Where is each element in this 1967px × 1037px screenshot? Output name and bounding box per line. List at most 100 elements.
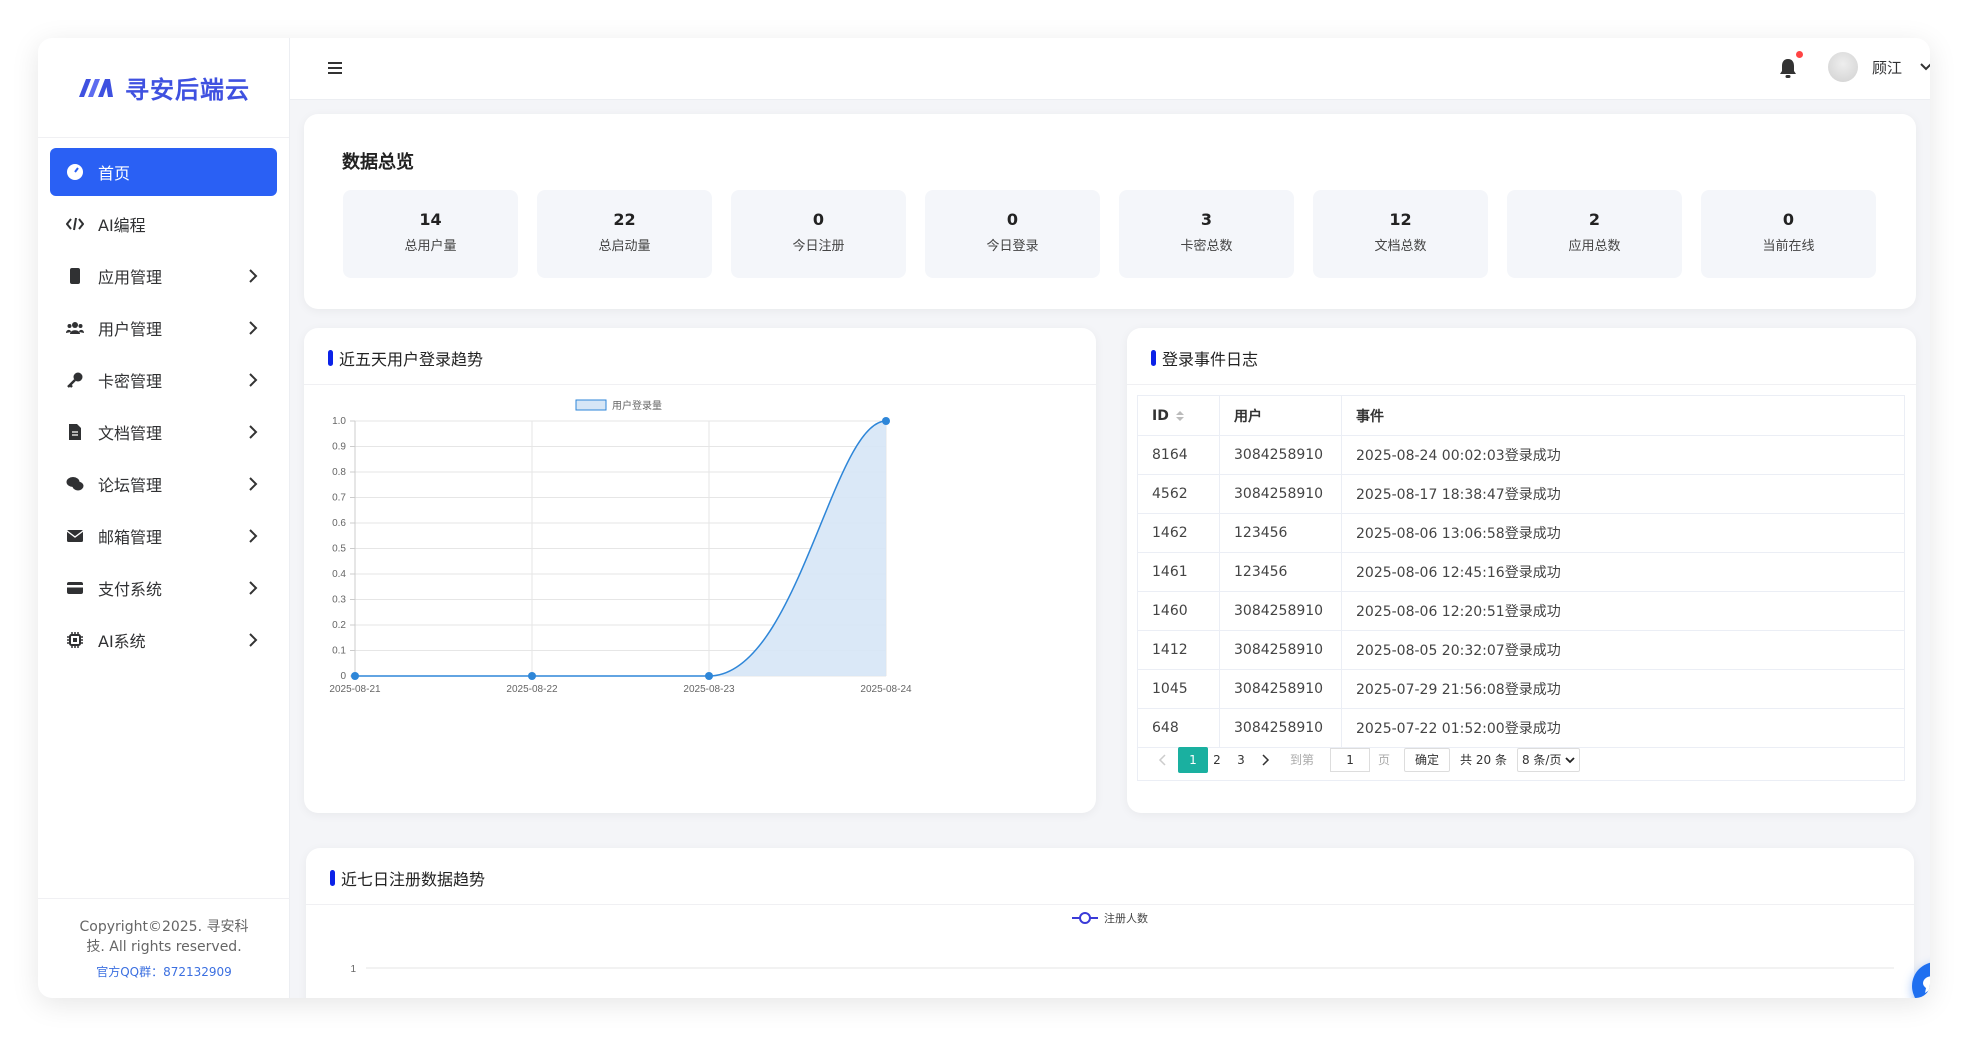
sidebar-item-label: AI编程 [98,216,146,235]
stat-label: 今日注册 [792,239,845,254]
mobile-icon [66,267,84,285]
chevron-right-icon [249,581,258,595]
sidebar-item-5[interactable]: 文档管理 [50,408,277,456]
cell-id: 1462 [1137,513,1220,553]
cell-user: 3084258910 [1219,435,1342,475]
overview-card: 数据总览 14 总用户量 22 总启动量 0 今日注册 0 今日登录 3 卡密总数 12 文档总数 2 应… [304,114,1916,309]
login-log-title: 登录事件日志 [1151,346,1258,370]
logo-mark-icon [79,78,113,97]
x-tick-label: 2025-08-23 [683,684,735,695]
sidebar-item-9[interactable]: AI系统 [50,616,277,664]
stat-value: 3 [1200,210,1213,229]
chevron-down-icon [1565,756,1576,763]
table-header-row: ID 用户 事件 [1137,395,1905,436]
page-size-select[interactable]: 8 条/页 [1516,747,1581,772]
sidebar-item-3[interactable]: 用户管理 [50,304,277,352]
cell-id: 1461 [1137,552,1220,592]
next-page-icon[interactable] [1250,747,1280,773]
cell-user: 123456 [1219,552,1342,592]
user-name[interactable]: 顾江 [1872,57,1902,78]
sidebar-item-8[interactable]: 支付系统 [50,564,277,612]
sidebar-item-7[interactable]: 邮箱管理 [50,512,277,560]
cell-id: 8164 [1137,435,1220,475]
table-row: 1460 3084258910 2025-08-06 12:20:51登录成功 [1137,591,1905,631]
chevron-right-icon [249,477,258,491]
login-trend-card: 近五天用户登录趋势 用户登录量 0 0.1 0.2 0.3 0.4 0.5 0.6 0.7 0.8… [304,328,1096,813]
stat-value: 0 [812,210,825,229]
sidebar-item-1[interactable]: AI编程 [50,200,277,248]
goto-confirm-button[interactable]: 确定 [1404,747,1451,772]
sidebar-item-4[interactable]: 卡密管理 [50,356,277,404]
chevron-right-icon [249,529,258,543]
sidebar-item-label: 论坛管理 [98,476,163,495]
goto-suffix: 页 [1378,753,1391,767]
file-icon [66,423,84,441]
stats-row: 14 总用户量 22 总启动量 0 今日注册 0 今日登录 3 卡密总数 12 文档总数 2 应用总数 0 当… [343,190,1876,278]
prev-page-icon[interactable] [1148,747,1178,773]
goto-prefix: 到第 [1290,753,1315,767]
y-tick-label: 1.0 [332,416,346,427]
sidebar-item-0[interactable]: 首页 [50,148,277,196]
legend-label: 注册人数 [1104,911,1148,925]
table-row: 1412 3084258910 2025-08-05 20:32:07登录成功 [1137,630,1905,670]
stat-label: 今日登录 [986,239,1039,254]
chevron-right-icon [249,425,258,439]
login-log-title-text: 登录事件日志 [1162,350,1259,369]
data-point[interactable] [882,417,890,425]
app-window: 寻安后端云 首页 AI编程应用管理用户管理卡密管理 文档管理论坛管理邮箱管理 支付系统… [38,38,1930,998]
data-point[interactable] [528,672,536,680]
cell-user: 3084258910 [1219,474,1342,514]
menu-toggle-icon[interactable] [326,58,346,78]
bell-icon[interactable] [1777,56,1799,80]
sidebar-item-2[interactable]: 应用管理 [50,252,277,300]
dashboard-icon [66,163,84,181]
cell-user: 3084258910 [1219,630,1342,670]
goto-page-input[interactable]: 1 [1330,747,1371,772]
y-tick-label: 0.5 [332,544,346,555]
cell-event: 2025-08-06 12:45:16登录成功 [1341,552,1905,592]
stat-value: 14 [419,210,442,229]
y-tick-label: 0.4 [332,569,346,580]
stat-label: 总启动量 [598,239,651,254]
column-header-user: 用户 [1219,395,1342,436]
brand-logo[interactable]: 寻安后端云 [38,38,289,138]
table-row: 8164 3084258910 2025-08-24 00:02:03登录成功 [1137,435,1905,475]
sidebar-item-6[interactable]: 论坛管理 [50,460,277,508]
qq-group-link[interactable]: 官方QQ群：872132909 [38,963,290,980]
stat-card: 2 应用总数 [1507,190,1682,278]
stat-card: 0 今日注册 [731,190,906,278]
data-point[interactable] [705,672,713,680]
chart-legend[interactable]: 用户登录量 [575,399,662,412]
chevron-right-icon [249,633,258,647]
total-count: 共 20 条 [1460,753,1507,767]
x-tick-label: 2025-08-21 [329,684,381,695]
y-tick-label: 0 [340,671,346,682]
y-tick-label: 1 [350,964,356,975]
top-header: 顾江 [290,38,1930,100]
sidebar-item-label: 用户管理 [98,320,163,339]
comments-icon [1923,976,1930,993]
y-tick-label: 0.6 [332,518,346,529]
login-trend-chart: 用户登录量 0 0.1 0.2 0.3 0.4 0.5 0.6 0.7 0.8 0.9 1.0 2025… [329,399,912,695]
chat-button[interactable] [1912,962,1930,998]
y-tick-label: 0.8 [332,467,346,478]
stat-card: 14 总用户量 [343,190,518,278]
sort-icon[interactable] [1175,410,1185,422]
cell-id: 1460 [1137,591,1220,631]
stat-label: 卡密总数 [1180,239,1233,254]
stat-value: 12 [1389,210,1412,229]
copyright-text: Copyright©2025. 寻安科技. All rights reserve… [79,919,249,955]
y-tick-label: 0.2 [332,620,346,631]
column-header-id-label: ID [1152,407,1169,424]
stat-value: 2 [1588,210,1601,229]
table-row: 1462 123456 2025-08-06 13:06:58登录成功 [1137,513,1905,553]
chevron-down-icon[interactable] [1918,58,1930,74]
data-point[interactable] [351,672,359,680]
avatar[interactable] [1828,52,1858,82]
sidebar: 寻安后端云 首页 AI编程应用管理用户管理卡密管理 文档管理论坛管理邮箱管理 支付系统… [38,38,290,998]
chevron-right-icon [249,373,258,387]
chart-legend[interactable]: 注册人数 [1072,911,1148,925]
key-icon [66,371,84,389]
page-size-value: 8 条/页 [1521,753,1562,767]
column-header-id[interactable]: ID [1137,395,1220,436]
